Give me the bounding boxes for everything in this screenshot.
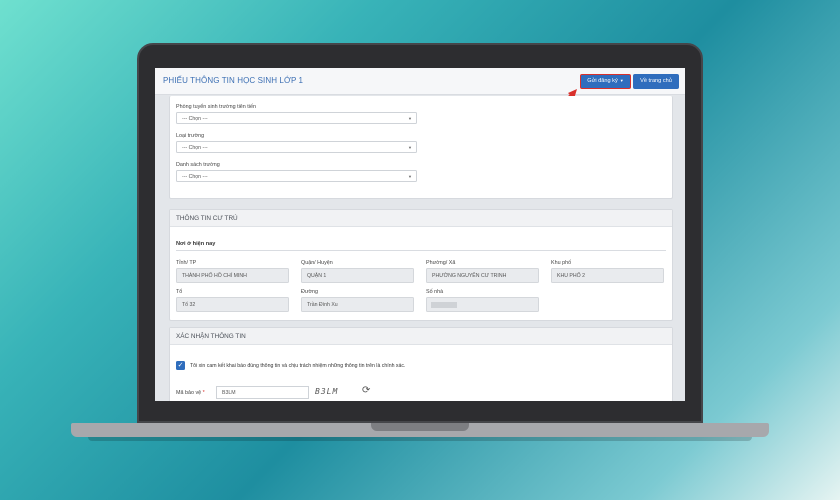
province-field: THÀNH PHỐ HỒ CHÍ MINH: [176, 268, 289, 283]
captcha-label: Mã bảo vệ *: [176, 390, 205, 396]
select-value: --- Chọn ---: [182, 116, 208, 122]
field-label: Quận/ Huyện: [301, 260, 333, 266]
redacted-block: [431, 302, 457, 308]
caret-down-icon: ▼: [408, 174, 412, 179]
school-selection-card: Phòng tuyển sinh trường tiên tiến --- Ch…: [169, 96, 673, 199]
field-label: Danh sách trường: [176, 162, 220, 168]
caret-down-icon: ▼: [619, 78, 624, 83]
select-value: --- Chọn ---: [182, 145, 208, 151]
required-mark: *: [202, 390, 205, 396]
commitment-text: Tôi xin cam kết khai báo đúng thông tin …: [190, 363, 406, 369]
school-type-select[interactable]: --- Chọn --- ▼: [176, 141, 417, 153]
confirmation-card-title: XÁC NHẬN THÔNG TIN: [170, 328, 672, 345]
caret-down-icon: ▼: [408, 116, 412, 121]
divider: [176, 250, 666, 251]
page-title: PHIẾU THÔNG TIN HỌC SINH LỚP 1: [163, 76, 304, 85]
residence-card-title: THÔNG TIN CƯ TRÚ: [170, 210, 672, 227]
home-button[interactable]: Về trang chủ: [633, 74, 679, 89]
field-label: Số nhà: [426, 289, 444, 295]
district-field: QUẬN 1: [301, 268, 414, 283]
select-value: --- Chọn ---: [182, 174, 208, 180]
laptop-shadow: [88, 437, 752, 441]
captcha-input[interactable]: B3LM: [216, 386, 309, 399]
laptop-base: [71, 423, 769, 437]
ward-field: PHƯỜNG NGUYỄN CƯ TRINH: [426, 268, 539, 283]
commitment-checkbox[interactable]: ✓: [176, 361, 185, 370]
caret-down-icon: ▼: [408, 145, 412, 150]
field-label: Tỉnh/ TP: [176, 260, 197, 266]
current-residence-subtitle: Nơi ở hiện nay: [176, 241, 216, 247]
field-label: Phường/ Xã: [426, 260, 456, 266]
group-field: Tổ 32: [176, 297, 289, 312]
check-icon: ✓: [177, 362, 184, 369]
field-label: Loại trường: [176, 133, 205, 139]
street-field: Trần Đình Xu: [301, 297, 414, 312]
field-label: Phòng tuyển sinh trường tiên tiến: [176, 104, 256, 110]
captcha-label-text: Mã bảo vệ: [176, 390, 202, 396]
confirmation-card: XÁC NHẬN THÔNG TIN ✓ Tôi xin cam kết kha…: [169, 327, 673, 401]
field-label: Khu phố: [551, 260, 572, 266]
captcha-image: B3LM: [315, 387, 339, 396]
laptop-lid: PHIẾU THÔNG TIN HỌC SINH LỚP 1 Gửi đăng …: [137, 43, 703, 423]
refresh-icon[interactable]: ⟳: [362, 385, 370, 396]
house-number-field: [426, 297, 539, 312]
app-screen: PHIẾU THÔNG TIN HỌC SINH LỚP 1 Gửi đăng …: [155, 68, 685, 401]
advanced-school-select[interactable]: --- Chọn --- ▼: [176, 112, 417, 124]
laptop-base-notch: [371, 423, 469, 431]
field-label: Đường: [301, 289, 319, 295]
residence-card: THÔNG TIN CƯ TRÚ Nơi ở hiện nay Tỉnh/ TP…: [169, 209, 673, 321]
quarter-field: KHU PHỐ 2: [551, 268, 664, 283]
field-label: Tổ: [176, 289, 183, 295]
school-list-select[interactable]: --- Chọn --- ▼: [176, 170, 417, 182]
